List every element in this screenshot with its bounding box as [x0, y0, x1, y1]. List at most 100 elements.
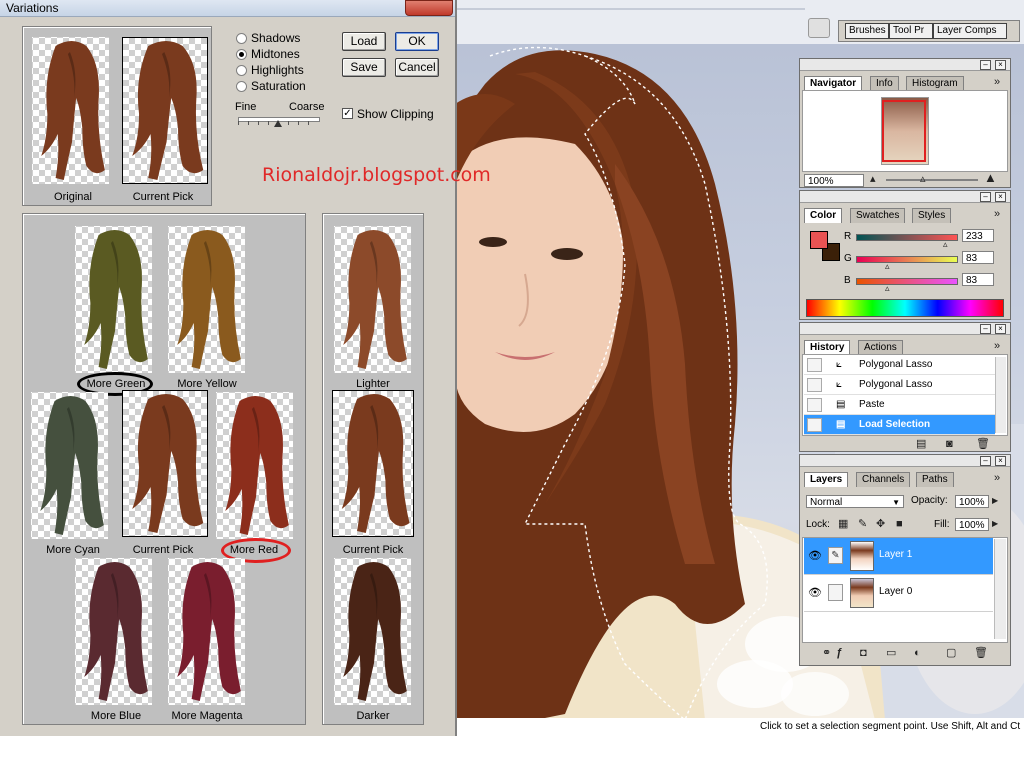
- more-green-thumbnail[interactable]: [75, 226, 152, 373]
- history-brush-source-box[interactable]: [807, 358, 822, 372]
- history-state[interactable]: ⟀ Polygonal Lasso: [804, 375, 995, 395]
- tab-history[interactable]: History: [804, 340, 851, 355]
- close-icon[interactable]: ×: [995, 324, 1006, 334]
- channel-slider-g[interactable]: [856, 256, 958, 263]
- history-brush-source-box[interactable]: [807, 418, 822, 432]
- navigator-palette-header[interactable]: – ×: [800, 59, 1010, 71]
- palette-menu-icon[interactable]: »: [994, 208, 1000, 220]
- adjustment-layer-icon[interactable]: ◐: [914, 647, 921, 659]
- color-palette-header[interactable]: – ×: [800, 191, 1010, 203]
- history-palette-header[interactable]: – ×: [800, 323, 1010, 335]
- load-button[interactable]: Load: [342, 32, 386, 51]
- tab-channels[interactable]: Channels: [856, 472, 911, 487]
- tab-layers[interactable]: Layers: [804, 472, 849, 487]
- tab-histogram[interactable]: Histogram: [906, 76, 964, 91]
- brush-icon[interactable]: ✎: [828, 547, 843, 564]
- more-magenta-thumbnail[interactable]: [168, 558, 245, 705]
- more-blue-thumbnail[interactable]: [75, 558, 152, 705]
- palette-menu-icon[interactable]: »: [994, 472, 1000, 484]
- channel-thumb-b[interactable]: ▵: [885, 282, 890, 294]
- saturation-radio[interactable]: [236, 81, 247, 92]
- eye-icon[interactable]: 👁: [808, 549, 822, 562]
- toolbox-icon[interactable]: [808, 18, 830, 38]
- channel-slider-b[interactable]: [856, 278, 958, 285]
- navigator-zoom-thumb[interactable]: ▵: [920, 173, 926, 185]
- channel-value-g[interactable]: 83: [962, 251, 994, 264]
- eye-icon[interactable]: 👁: [808, 586, 822, 599]
- link-layers-icon[interactable]: ⚭: [822, 647, 831, 659]
- new-group-icon[interactable]: ▭: [886, 647, 896, 659]
- palette-menu-icon[interactable]: »: [994, 76, 1000, 88]
- fill-field[interactable]: 100%: [955, 518, 989, 531]
- fine-coarse-slider-thumb[interactable]: [274, 120, 282, 127]
- layers-palette-header[interactable]: – ×: [800, 455, 1010, 467]
- close-icon[interactable]: ×: [995, 192, 1006, 202]
- more-cyan-thumbnail[interactable]: [31, 392, 108, 539]
- fill-arrow-icon[interactable]: ▶: [992, 518, 998, 530]
- link-slot[interactable]: [828, 584, 843, 601]
- palette-well-tab-brushes[interactable]: Brushes: [845, 23, 889, 39]
- minimize-icon[interactable]: –: [980, 456, 991, 466]
- palette-well-tab-tool-presets[interactable]: Tool Pr: [889, 23, 933, 39]
- history-state[interactable]: ⟀ Polygonal Lasso: [804, 355, 995, 375]
- tab-navigator[interactable]: Navigator: [804, 76, 863, 91]
- trash-icon[interactable]: 🗑: [974, 647, 988, 659]
- blend-mode-select[interactable]: Normal ▼: [806, 495, 904, 508]
- palette-well-tab-layer-comps[interactable]: Layer Comps: [933, 23, 1007, 39]
- more-red-thumbnail[interactable]: [216, 392, 293, 539]
- navigator-zoom-slider[interactable]: [886, 179, 978, 181]
- tab-color[interactable]: Color: [804, 208, 843, 223]
- history-brush-source-box[interactable]: [807, 378, 822, 392]
- lock-all-icon[interactable]: ■: [896, 518, 903, 530]
- trash-icon[interactable]: 🗑: [976, 438, 990, 450]
- history-state[interactable]: ▤ Paste: [804, 395, 995, 415]
- close-icon[interactable]: ×: [995, 456, 1006, 466]
- highlights-radio[interactable]: [236, 65, 247, 76]
- layer-row[interactable]: 👁 ✎ Layer 1: [804, 538, 993, 575]
- layers-scrollbar[interactable]: [994, 539, 1006, 639]
- foreground-color-swatch[interactable]: [810, 231, 828, 249]
- new-snapshot-icon[interactable]: ◙: [946, 438, 953, 450]
- save-button[interactable]: Save: [342, 58, 386, 77]
- cancel-button[interactable]: Cancel: [395, 58, 439, 77]
- minimize-icon[interactable]: –: [980, 192, 991, 202]
- navigator-thumbnail[interactable]: [881, 97, 929, 165]
- tab-actions[interactable]: Actions: [858, 340, 903, 355]
- minimize-icon[interactable]: –: [980, 324, 991, 334]
- current-pick-thumbnail-center[interactable]: [122, 390, 208, 537]
- minimize-icon[interactable]: –: [980, 60, 991, 70]
- palette-menu-icon[interactable]: »: [994, 340, 1000, 352]
- new-layer-icon[interactable]: ▢: [946, 647, 956, 659]
- current-pick-thumbnail-lightness[interactable]: [332, 390, 414, 537]
- opacity-field[interactable]: 100%: [955, 495, 989, 508]
- opacity-arrow-icon[interactable]: ▶: [992, 495, 998, 507]
- tab-styles[interactable]: Styles: [912, 208, 952, 223]
- new-document-from-state-icon[interactable]: ▤: [916, 438, 926, 450]
- zoom-in-icon[interactable]: ▲: [984, 171, 997, 184]
- layer-mask-icon[interactable]: ◘: [860, 647, 867, 659]
- navigator-zoom-field[interactable]: 100%: [804, 174, 864, 187]
- layer-style-icon[interactable]: ƒ: [836, 647, 842, 659]
- ok-button[interactable]: OK: [395, 32, 439, 51]
- dialog-close-button[interactable]: [405, 0, 453, 16]
- more-yellow-thumbnail[interactable]: [168, 226, 245, 373]
- lock-transparency-icon[interactable]: ▦: [838, 518, 848, 530]
- darker-thumbnail[interactable]: [334, 558, 411, 705]
- tab-paths[interactable]: Paths: [916, 472, 954, 487]
- show-clipping-checkbox[interactable]: ✓: [342, 108, 353, 119]
- lighter-thumbnail[interactable]: [334, 226, 411, 373]
- channel-value-r[interactable]: 233: [962, 229, 994, 242]
- channel-thumb-r[interactable]: ▵: [943, 238, 948, 250]
- lock-position-icon[interactable]: ✥: [876, 518, 885, 530]
- lock-image-icon[interactable]: ✎: [858, 518, 867, 530]
- layer-row[interactable]: 👁 Layer 0: [804, 575, 993, 612]
- shadows-radio[interactable]: [236, 33, 247, 44]
- tab-swatches[interactable]: Swatches: [850, 208, 906, 223]
- close-icon[interactable]: ×: [995, 60, 1006, 70]
- history-brush-source-box[interactable]: [807, 398, 822, 412]
- history-scrollbar[interactable]: [995, 357, 1006, 433]
- navigator-view-box[interactable]: [882, 100, 926, 162]
- channel-thumb-g[interactable]: ▵: [885, 260, 890, 272]
- channel-value-b[interactable]: 83: [962, 273, 994, 286]
- color-spectrum-bar[interactable]: [806, 299, 1004, 317]
